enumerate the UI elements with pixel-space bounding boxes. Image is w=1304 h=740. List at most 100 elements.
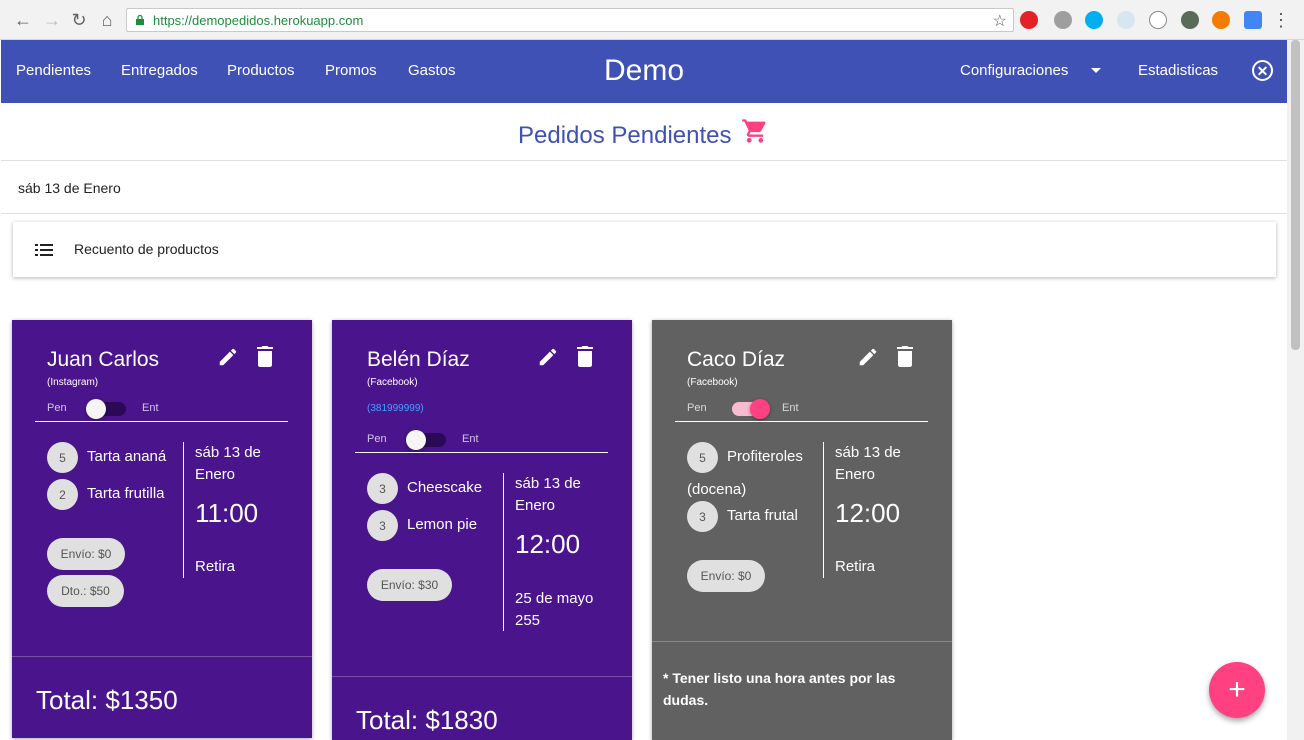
quantity-badge: 5 — [687, 442, 718, 473]
nav-pendientes[interactable]: Pendientes — [16, 62, 91, 79]
reload-icon[interactable]: ↻ — [68, 9, 90, 31]
back-icon[interactable]: ← — [12, 9, 34, 31]
customer-name: Belén Díaz — [367, 348, 470, 371]
order-time: 12:00 — [835, 498, 901, 528]
react-extension-icon[interactable] — [1117, 11, 1135, 29]
fire-extension-icon[interactable] — [1212, 11, 1230, 29]
order-source: (Facebook) — [367, 377, 418, 388]
customer-phone[interactable]: (381999999) — [367, 403, 424, 414]
date-header: sáb 13 de Enero — [1, 160, 1287, 214]
trash-icon[interactable] — [896, 345, 914, 367]
bookmark-star-icon[interactable]: ☆ — [993, 11, 1007, 31]
scrollbar-thumb[interactable] — [1291, 40, 1300, 350]
order-total: Total: $1350 — [36, 685, 178, 715]
order-date: sáb 13 de Enero — [515, 475, 581, 514]
skype-extension-icon[interactable] — [1085, 11, 1103, 29]
shipping-chip: Envío: $0 — [47, 538, 125, 570]
forward-icon[interactable]: → — [41, 9, 63, 31]
logout-close-icon[interactable]: ✕ — [1252, 60, 1273, 81]
status-toggle[interactable] — [406, 430, 446, 450]
add-order-button[interactable]: + — [1209, 662, 1265, 718]
nav-promos[interactable]: Promos — [325, 62, 377, 79]
edit-icon[interactable] — [537, 346, 559, 368]
edit-icon[interactable] — [217, 346, 239, 368]
shipping-chip: Envío: $0 — [687, 560, 765, 592]
page-title: Pedidos Pendientes — [518, 122, 732, 149]
order-time: 11:00 — [195, 498, 259, 528]
nav-entregados[interactable]: Entregados — [121, 62, 198, 79]
card-divider — [35, 421, 288, 422]
chevron-down-icon[interactable] — [1091, 68, 1101, 73]
product-name: Profiteroles — [727, 448, 803, 465]
date-label: sáb 13 de Enero — [18, 180, 121, 196]
product-name: Tarta frutal — [727, 507, 798, 524]
toggle-knob[interactable] — [86, 399, 106, 419]
shopping-cart-icon — [742, 119, 766, 143]
delivered-label: Ent — [142, 402, 159, 414]
trash-icon[interactable] — [256, 345, 274, 367]
order-note: * Tener listo una hora antes por las dud… — [663, 670, 896, 708]
status-toggle-row: Pen Ent — [367, 430, 607, 450]
card-footer-divider — [652, 641, 952, 642]
delivery-method: Retira — [835, 558, 876, 575]
app-brand[interactable]: Demo — [604, 54, 684, 88]
shipping-chip: Envío: $30 — [367, 569, 452, 601]
delivery-method: Retira — [195, 558, 236, 575]
page-scrollbar[interactable] — [1287, 40, 1304, 740]
customer-name: Caco Díaz — [687, 348, 786, 371]
delivered-label: Ent — [462, 433, 479, 445]
nav-estadisticas[interactable]: Estadisticas — [1138, 62, 1218, 79]
customer-name: Juan Carlos — [47, 348, 160, 371]
browser-menu-icon[interactable]: ⋮ — [1272, 10, 1290, 31]
app-bar: Pendientes Entregados Productos Promos G… — [1, 40, 1287, 103]
order-date: sáb 13 de Enero — [835, 444, 901, 483]
list-icon — [35, 244, 53, 256]
chat-extension-icon[interactable] — [1054, 11, 1072, 29]
opera-extension-icon[interactable] — [1020, 11, 1038, 29]
order-card: Caco Díaz (Facebook) Pen Ent 5 Profitero… — [652, 320, 952, 740]
quantity-badge: 3 — [687, 501, 718, 532]
order-total: Total: $1830 — [356, 705, 498, 735]
lock-icon — [136, 15, 144, 25]
nav-productos[interactable]: Productos — [227, 62, 295, 79]
card-footer-divider — [12, 656, 312, 657]
order-time: 12:00 — [515, 529, 581, 559]
url-text: https://demopedidos.herokuapp.com — [153, 12, 364, 28]
product-name-continued: (docena) — [687, 481, 747, 498]
toggle-knob[interactable] — [750, 399, 770, 419]
product-summary-panel[interactable]: Recuento de productos — [13, 222, 1276, 277]
settings-extension-icon[interactable] — [1149, 11, 1167, 29]
trash-icon[interactable] — [576, 345, 594, 367]
edit-icon[interactable] — [857, 346, 879, 368]
status-toggle[interactable] — [732, 399, 770, 419]
order-source: (Instagram) — [47, 377, 99, 388]
nav-gastos[interactable]: Gastos — [408, 62, 456, 79]
home-icon[interactable]: ⌂ — [96, 9, 118, 31]
card-footer-divider — [332, 676, 632, 677]
card-vertical-divider — [823, 442, 824, 578]
product-name: Cheescake — [407, 479, 483, 496]
product-name: Tarta frutilla — [87, 485, 165, 502]
product-name: Lemon pie — [407, 516, 478, 533]
delivery-address: 25 de mayo 255 — [515, 590, 594, 629]
toggle-knob[interactable] — [406, 430, 426, 450]
card-vertical-divider — [503, 473, 504, 631]
pending-label: Pen — [687, 402, 707, 414]
nav-configuraciones[interactable]: Configuraciones — [960, 62, 1068, 79]
order-source: (Facebook) — [687, 377, 738, 388]
delivered-label: Ent — [782, 402, 799, 414]
address-bar[interactable]: https://demopedidos.herokuapp.com ☆ — [126, 8, 1014, 32]
quantity-badge: 3 — [367, 510, 398, 541]
order-date: sáb 13 de Enero — [195, 444, 261, 483]
evernote-extension-icon[interactable] — [1181, 11, 1199, 29]
status-toggle[interactable] — [86, 399, 126, 419]
product-name: Tarta ananá — [87, 448, 167, 465]
browser-toolbar: ← → ↻ ⌂ https://demopedidos.herokuapp.co… — [0, 0, 1304, 40]
translate-extension-icon[interactable] — [1244, 11, 1262, 29]
pending-label: Pen — [47, 402, 67, 414]
card-divider — [675, 421, 928, 422]
order-card: Belén Díaz (Facebook) (381999999) Pen En… — [332, 320, 632, 740]
card-divider — [355, 452, 608, 453]
card-vertical-divider — [183, 442, 184, 578]
status-toggle-row: Pen Ent — [47, 399, 287, 419]
